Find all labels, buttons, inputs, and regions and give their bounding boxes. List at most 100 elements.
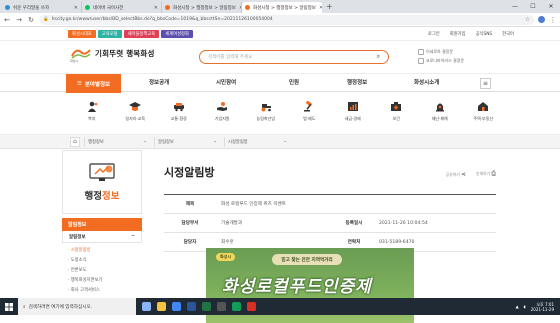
reload-icon[interactable]: ↻ (27, 16, 35, 24)
sidebar-item[interactable]: · 행복화성지면보기 (68, 276, 142, 286)
person-value: 최수훈 (221, 240, 234, 245)
app-icon[interactable] (247, 302, 256, 311)
home-icon[interactable]: ⌂ (70, 136, 80, 147)
table-row: 담당부서 기술개발과 등록일시 2021-11-26 10:04:54 (164, 214, 496, 233)
top-chip[interactable]: 교육포털 (97, 29, 122, 38)
mini-link-label: 코로나바이러스 결정문 (426, 58, 465, 63)
quick-item[interactable]: 법·제도 (288, 92, 332, 134)
new-tab-button[interactable]: + (322, 2, 337, 11)
close-icon[interactable]: ✕ (74, 5, 78, 11)
mini-link[interactable]: 이세로하 결정문 (418, 49, 464, 55)
page-tools: 공유하기 ⋖ 인쇄하기 ⎙ (446, 170, 496, 178)
quick-item[interactable]: 기업지원 (201, 92, 245, 134)
top-chip[interactable]: 새마을정책교육 (123, 29, 160, 38)
sidebar-item-label: 언론보도 (70, 268, 87, 273)
chrome-icon[interactable] (172, 302, 181, 311)
print-button[interactable]: 인쇄하기 ⎙ (476, 170, 496, 178)
close-window-button[interactable]: ✕ (542, 0, 560, 13)
tab-label: 화성시청 > 행정정보 > 알림정보 (173, 5, 236, 11)
all-menu-button[interactable]: ≡ (480, 78, 491, 89)
quick-item[interactable]: 일자리·교육 (114, 92, 158, 134)
chip-label: 교육포털 (101, 31, 118, 37)
browser-tab[interactable]: 화성시청 > 행정정보 > 알림정보 ✕ (162, 2, 242, 13)
windows-start-icon[interactable] (0, 298, 18, 315)
category-menu-button[interactable]: ☰ 분야별정보 (66, 74, 121, 93)
quick-label: 재난·재해 (431, 116, 448, 121)
search-input[interactable]: 검색어를 입력해 주세요 ⌕ (199, 50, 389, 64)
sidebar-item[interactable]: · 회사 고객서비스 (68, 286, 142, 296)
sidebar-hero: 행정정보 (62, 150, 142, 214)
network-icon[interactable]: ▲ (516, 304, 519, 309)
tab-label: 화성시청 > 행정정보 > 알림정보 (253, 5, 316, 11)
menu-dots-icon[interactable]: ⋮ (549, 16, 557, 24)
breadcrumb-item[interactable]: 알림정보 ⌄ (154, 136, 220, 147)
close-icon[interactable]: ✕ (154, 5, 158, 11)
crumb-label: 알림정보 (158, 139, 174, 145)
clock-date: 2021-11-29 (530, 306, 554, 312)
nav-item[interactable]: 민원 (289, 74, 299, 93)
sns-link[interactable]: 공식SNS (476, 31, 493, 37)
nav-item[interactable]: 행정정보 (347, 74, 367, 93)
quick-item[interactable]: 복지 (70, 92, 114, 134)
sidebar-item[interactable]: · 도정소식 (68, 256, 142, 266)
app-icon[interactable] (232, 302, 241, 311)
task-view-icon[interactable] (142, 302, 151, 311)
quick-item[interactable]: 보건 (375, 92, 419, 134)
clock[interactable]: 오후 7:01 2021-11-29 (531, 302, 554, 312)
quick-menu: 복지 일자리·교육 교통·환경 기업지원 농림축산업 법·제도 세금·경제 보건… (0, 92, 560, 135)
top-chip[interactable]: 화성시대표 (68, 29, 96, 38)
breadcrumb-item[interactable]: 시정알림방 ⌄ (224, 136, 290, 147)
excel-icon[interactable] (202, 302, 211, 311)
taskbar-search-input[interactable]: ⌕ 검색하려면 여기에 입력하십시오. (18, 298, 136, 315)
nav-item[interactable]: 화성시소개 (414, 74, 439, 93)
breadcrumb-item[interactable]: 행정정보 ⌄ (84, 136, 150, 147)
sidebar-item-label: 시정알림방 (70, 248, 91, 253)
language-link[interactable]: 한국어 (502, 31, 514, 37)
nav-item[interactable]: 정보공개 (149, 74, 169, 93)
sidebar-item[interactable]: · 시정알림방 (68, 246, 142, 256)
chevron-down-icon: ⌄ (283, 139, 287, 144)
search-icon[interactable]: ⌕ (377, 53, 380, 61)
post-table: 제목 화성 로컬푸드 인증제 퀴즈 이벤트 담당부서 기술개발과 등록일시 20… (164, 194, 496, 252)
car-icon (172, 101, 185, 112)
browser-tab-active[interactable]: 화성시청 > 행정정보 > 알림정보 ✕ (242, 2, 322, 13)
quick-item[interactable]: 교통·환경 (157, 92, 201, 134)
quick-item[interactable]: 재난·재해 (418, 92, 462, 134)
sidebar-item[interactable]: · 언론보도 (68, 266, 142, 276)
back-icon[interactable]: ← (3, 16, 11, 24)
tab-label: 네이버 국어사전 (93, 5, 124, 11)
quick-item[interactable]: 농림축산업 (244, 92, 288, 134)
browser-tab[interactable]: 쉬운 우리말을 쓰자 ✕ (2, 2, 82, 13)
sidebar-head[interactable]: 알림정보 (62, 218, 142, 231)
browser-tab[interactable]: 네이버 국어사전 ✕ (82, 2, 162, 13)
nav-item[interactable]: 시민참여 (216, 74, 236, 93)
login-link[interactable]: 로그인 (428, 31, 440, 37)
sidebar-sub[interactable]: 알림정보 − (62, 231, 142, 243)
site-logo[interactable]: 화성시 기회뚜렷 행복화성 (70, 47, 155, 64)
tel-label: 연락처 (347, 240, 361, 245)
app-icon[interactable] (217, 302, 226, 311)
url-field[interactable]: 🔒 hscity.go.kr/www/user/bbs/BD_selectBbs… (39, 14, 534, 25)
print-icon: ⎙ (491, 170, 496, 177)
file-explorer-icon[interactable] (157, 302, 166, 311)
chevron-down-icon: ⌄ (143, 139, 147, 144)
bookmark-star-icon[interactable]: ☆ (525, 16, 530, 23)
profile-avatar[interactable] (538, 16, 545, 23)
word-icon[interactable] (187, 302, 196, 311)
minimize-button[interactable]: — (506, 0, 524, 13)
maximize-button[interactable]: ☐ (524, 0, 542, 13)
quick-label: 일자리·교육 (125, 116, 146, 121)
forward-icon[interactable]: → (15, 16, 23, 24)
quick-item[interactable]: 주택·부동산 (462, 92, 506, 134)
sidebar-item-label: 회사 고객서비스 (70, 288, 100, 293)
share-button[interactable]: 공유하기 ⋖ (446, 171, 466, 178)
minus-icon: − (131, 234, 135, 239)
quick-item[interactable]: 세금·경제 (331, 92, 375, 134)
signup-link[interactable]: 회원가입 (450, 31, 466, 37)
top-chip[interactable]: 세계여성평화 (161, 29, 193, 38)
volume-icon[interactable]: ◖ (524, 304, 526, 309)
address-bar: ← → ↻ 🔒 hscity.go.kr/www/user/bbs/BD_sel… (0, 13, 560, 27)
date-label: 등록일시 (345, 221, 363, 226)
mini-link[interactable]: 코로나바이러스 결정문 (418, 58, 464, 64)
gavel-icon (303, 101, 316, 112)
